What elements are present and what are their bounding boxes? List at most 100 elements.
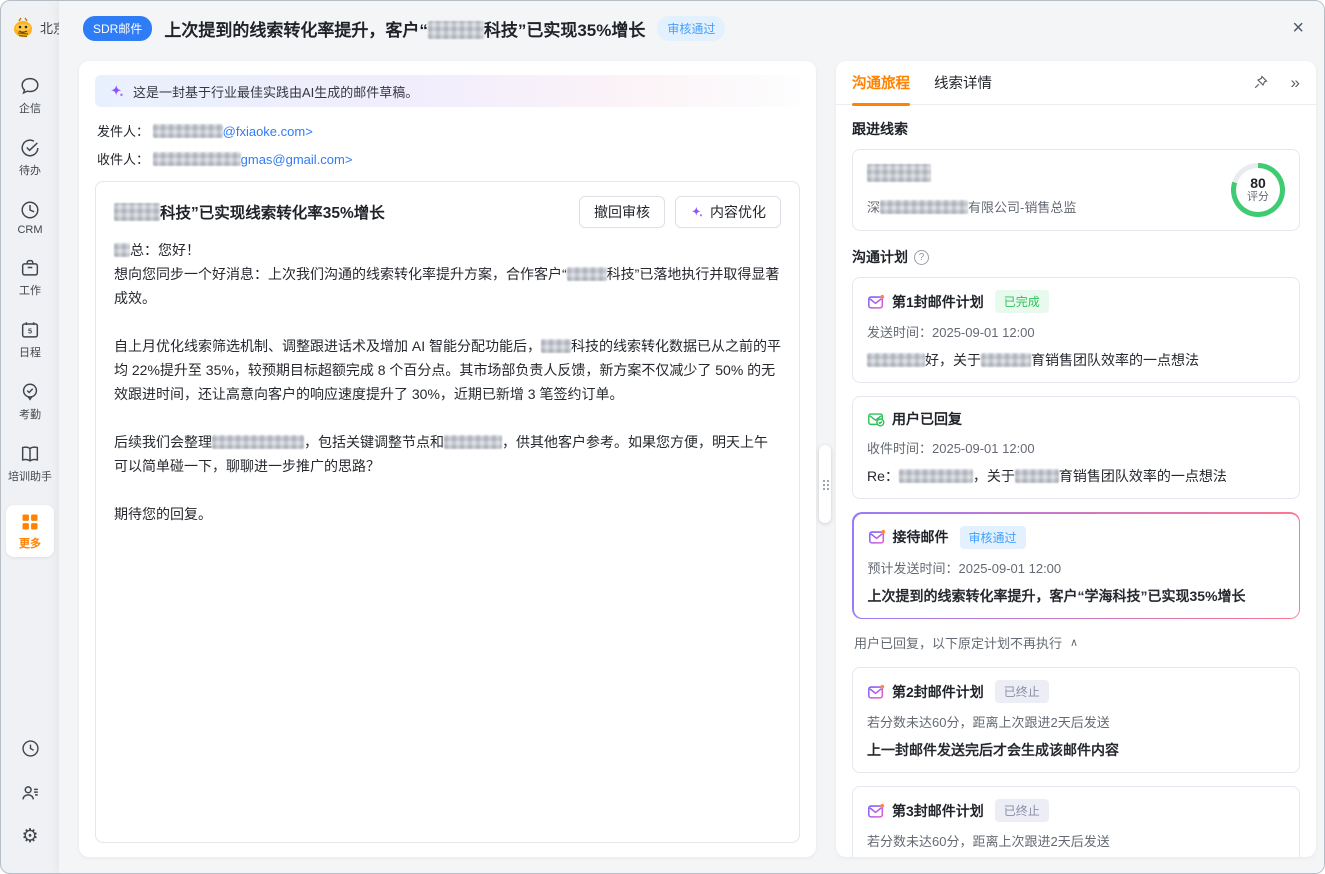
to-value: gmas@gmail.com> xyxy=(153,152,353,167)
ai-banner-text: 这是一封基于行业最佳实践由AI生成的邮件草稿。 xyxy=(133,82,418,101)
redacted-text xyxy=(541,339,571,353)
plan-meta: 收件时间：2025-09-01 12:00 xyxy=(867,438,1285,457)
tab-communication-journey[interactable]: 沟通旅程 xyxy=(852,60,910,105)
help-icon[interactable]: ? xyxy=(914,250,929,265)
email-content-box: 科技”已实现线索转化率35%增长 撤回审核 内容优化 总：您好！ 想向您同步一个… xyxy=(95,181,800,843)
settings-gear-icon[interactable]: ⚙ xyxy=(21,827,38,847)
close-icon[interactable]: × xyxy=(1292,18,1304,38)
plan-meta: 若分数未达60分，距离上次跟进2天后发送 xyxy=(867,831,1285,850)
ai-banner: 这是一封基于行业最佳实践由AI生成的邮件草稿。 xyxy=(95,75,800,107)
svg-text:5: 5 xyxy=(28,327,32,336)
sdr-mail-modal: SDR邮件 上次提到的线索转化率提升，客户“科技”已实现35%增长 审核通过 ×… xyxy=(59,1,1324,873)
plan-card-user-replied[interactable]: 用户已回复 收件时间：2025-09-01 12:00 Re：，关于育销售团队效… xyxy=(852,396,1300,499)
sidebar-item-work[interactable]: 工作 xyxy=(6,257,54,298)
lead-company: 深有限公司-销售总监 xyxy=(867,197,1231,216)
sidebar-item-schedule[interactable]: 5 日程 xyxy=(6,319,54,360)
redacted-text xyxy=(153,152,241,166)
sidebar-item-qixin[interactable]: 企信 xyxy=(6,75,54,116)
clock-icon xyxy=(19,199,41,221)
mail-purple-icon xyxy=(867,802,885,820)
contacts-icon[interactable] xyxy=(19,782,41,804)
sidebar-item-crm[interactable]: CRM xyxy=(6,199,54,236)
sidebar-item-label: 日程 xyxy=(6,344,54,360)
journey-content: 跟进线索 深有限公司-销售总监 80 评分 沟通计划? xyxy=(836,105,1316,857)
mail-reply-check-icon xyxy=(867,410,885,428)
sidebar-item-label: 考勤 xyxy=(6,406,54,422)
email-header: 科技”已实现线索转化率35%增长 撤回审核 内容优化 xyxy=(114,196,781,228)
plan-status-badge: 审核通过 xyxy=(960,526,1026,549)
plan-status-badge: 已完成 xyxy=(995,290,1049,313)
sidebar-bottom: ⚙ xyxy=(1,738,59,847)
sparkle-icon xyxy=(690,205,704,219)
content-optimize-button[interactable]: 内容优化 xyxy=(675,196,781,228)
plan-status-badge: 已终止 xyxy=(995,680,1049,703)
plan-section-title: 沟通计划? xyxy=(852,247,1300,267)
plan-meta: 发送时间：2025-09-01 12:00 xyxy=(867,322,1285,341)
calendar-icon: 5 xyxy=(19,319,41,341)
chevron-up-icon: ∧ xyxy=(1070,636,1078,649)
redacted-text xyxy=(1015,469,1059,483)
withdraw-review-button[interactable]: 撤回审核 xyxy=(579,196,665,228)
history-clock-icon[interactable] xyxy=(20,738,41,759)
plan-card-email-2[interactable]: 第2封邮件计划 已终止 若分数未达60分，距离上次跟进2天后发送 上一封邮件发送… xyxy=(852,667,1300,773)
app-logo-area: 北京 xyxy=(10,14,66,40)
email-paragraph: 后续我们会整理，包括关键调整节点和，供其他客户参考。如果您方便，明天上午可以简单… xyxy=(114,430,781,478)
panel-resize-handle[interactable] xyxy=(819,445,831,523)
lead-score-value: 80 xyxy=(1250,176,1266,191)
redacted-text xyxy=(153,124,223,138)
plan-subject: 上次提到的线索转化率提升，客户“学海科技”已实现35%增长 xyxy=(868,586,1285,606)
modal-header: SDR邮件 上次提到的线索转化率提升，客户“科技”已实现35%增长 审核通过 × xyxy=(59,1,1324,55)
email-subject: 科技”已实现线索转化率35%增长 xyxy=(114,201,579,223)
pin-icon[interactable] xyxy=(1252,74,1269,91)
plan-card-email-1[interactable]: 第1封邮件计划 已完成 发送时间：2025-09-01 12:00 好，关于育销… xyxy=(852,277,1300,383)
sidebar-item-label: 企信 xyxy=(6,100,54,116)
plan-subject: 上一封邮件发送完后才会生成该邮件内容 xyxy=(867,740,1285,760)
page-title: 上次提到的线索转化率提升，客户“科技”已实现35%增长 xyxy=(164,16,645,41)
panel-header-icons: » xyxy=(1252,74,1300,91)
location-check-icon xyxy=(19,381,41,403)
check-circle-icon xyxy=(19,137,41,159)
active-plan-gradient-border: 接待邮件 审核通过 预计发送时间：2025-09-01 12:00 上次提到的线… xyxy=(852,512,1300,619)
email-paragraph: 期待您的回复。 xyxy=(114,502,781,526)
plan-title: 第2封邮件计划 xyxy=(892,682,984,702)
sidebar-item-attendance[interactable]: 考勤 xyxy=(6,381,54,422)
lead-card[interactable]: 深有限公司-销售总监 80 评分 xyxy=(852,149,1300,231)
plan-card-reception-email[interactable]: 接待邮件 审核通过 预计发送时间：2025-09-01 12:00 上次提到的线… xyxy=(854,514,1299,618)
journey-tabs: 沟通旅程 线索详情 » xyxy=(836,61,1316,105)
sidebar-item-more[interactable]: 更多 xyxy=(6,505,54,557)
sidebar-item-label: 更多 xyxy=(6,535,54,551)
sidebar-item-label: 培训助手 xyxy=(6,468,54,484)
cancelled-plans-toggle[interactable]: 用户已回复，以下原定计划不再执行 ∧ xyxy=(854,633,1298,652)
plan-status-badge: 已终止 xyxy=(995,799,1049,822)
email-body: 总：您好！ 想向您同步一个好消息：上次我们沟通的线索转化率提升方案，合作客户“科… xyxy=(114,238,781,526)
plan-title: 第3封邮件计划 xyxy=(892,801,984,821)
collapse-panel-icon[interactable]: » xyxy=(1291,74,1300,91)
redacted-text xyxy=(114,243,130,257)
email-paragraph: 自上月优化线索筛选机制、调整跟进话术及增加 AI 智能分配功能后，科技的线索转化… xyxy=(114,334,781,406)
mail-purple-icon xyxy=(868,528,886,546)
mail-purple-icon xyxy=(867,683,885,701)
briefcase-icon xyxy=(19,257,41,279)
ai-sparkle-icon xyxy=(109,83,125,99)
from-value: @fxiaoke.com> xyxy=(153,124,313,139)
redacted-text xyxy=(981,353,1031,367)
to-label: 收件人： xyxy=(97,152,149,167)
lead-section-title: 跟进线索 xyxy=(852,119,1300,139)
mail-purple-icon xyxy=(867,293,885,311)
sidebar-item-label: 工作 xyxy=(6,282,54,298)
redacted-lead-name xyxy=(867,164,931,182)
plan-card-email-3[interactable]: 第3封邮件计划 已终止 若分数未达60分，距离上次跟进2天后发送 上一封邮件发送… xyxy=(852,786,1300,857)
tab-lead-details[interactable]: 线索详情 xyxy=(934,60,992,105)
chat-bubble-icon xyxy=(19,75,41,97)
sidebar-item-label: 待办 xyxy=(6,162,54,178)
lead-score-ring: 80 评分 xyxy=(1231,163,1285,217)
sidebar-item-training[interactable]: 培训助手 xyxy=(6,443,54,484)
email-paragraph: 总：您好！ 想向您同步一个好消息：上次我们沟通的线索转化率提升方案，合作客户“科… xyxy=(114,238,781,310)
mail-draft-card: 这是一封基于行业最佳实践由AI生成的邮件草稿。 发件人： @fxiaoke.co… xyxy=(79,61,816,857)
redacted-text xyxy=(567,267,607,281)
to-line: 收件人： gmas@gmail.com> xyxy=(97,149,798,168)
sidebar-item-todo[interactable]: 待办 xyxy=(6,137,54,178)
bee-mascot-icon xyxy=(10,14,36,40)
redacted-text xyxy=(880,200,968,214)
lead-score-label: 评分 xyxy=(1247,191,1269,204)
